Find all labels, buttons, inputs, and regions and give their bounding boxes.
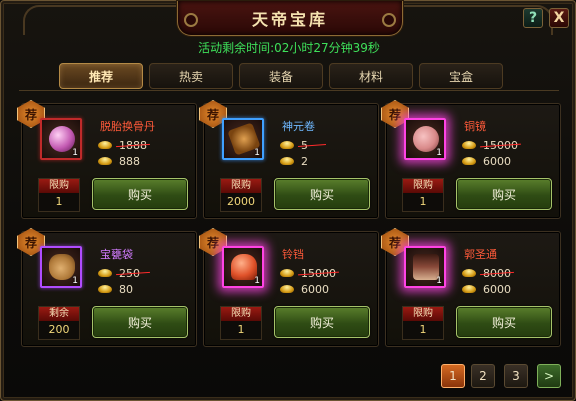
help-button[interactable]: ? (523, 8, 543, 28)
close-button[interactable]: X (549, 8, 569, 28)
purchase-limit: 限购 1 (38, 178, 80, 212)
limit-value: 1 (419, 195, 427, 208)
original-price: 8000 (462, 266, 514, 280)
item-card: 荐 1 铜镜 15000 6000 限购 1 购买 (381, 100, 561, 219)
item-slot[interactable]: 1 (404, 246, 446, 288)
original-price: 15000 (280, 266, 339, 280)
sale-price: 6000 (462, 154, 511, 168)
item-card: 荐 1 郭圣通 8000 6000 限购 1 购买 (381, 228, 561, 347)
item-count: 1 (254, 148, 260, 158)
item-name: 脱胎换骨丹 (100, 120, 155, 133)
gold-ingot-icon (98, 269, 112, 277)
sale-price: 80 (98, 282, 133, 296)
gold-ingot-icon (98, 285, 112, 293)
buy-button[interactable]: 购买 (92, 178, 188, 210)
item-name: 神元卷 (282, 120, 315, 133)
item-name: 宝甕袋 (100, 248, 133, 261)
sale-price: 888 (98, 154, 140, 168)
tabs-divider (19, 90, 559, 91)
purchase-limit: 限购 1 (220, 306, 262, 340)
tab-equipment[interactable]: 装备 (239, 63, 323, 89)
item-card: 荐 1 脱胎换骨丹 1888 888 限购 1 购买 (17, 100, 197, 219)
item-card: 荐 1 宝甕袋 250 80 剩余 200 购买 (17, 228, 197, 347)
limit-label: 限购 (221, 179, 261, 193)
limit-label: 剩余 (39, 307, 79, 321)
buy-button[interactable]: 购买 (456, 306, 552, 338)
item-card: 荐 1 铃铛 15000 6000 限购 1 购买 (199, 228, 379, 347)
sale-price: 2 (280, 154, 308, 168)
next-page-button[interactable]: > (537, 364, 561, 388)
limit-value: 1 (55, 195, 63, 208)
purchase-limit: 限购 2000 (220, 178, 262, 212)
page-button-1[interactable]: 1 (441, 364, 465, 388)
gold-ingot-icon (98, 157, 112, 165)
limit-value: 1 (419, 323, 427, 336)
gold-ingot-icon (462, 269, 476, 277)
tab-recommended[interactable]: 推荐 (59, 63, 143, 89)
item-count: 1 (254, 276, 260, 286)
limit-label: 限购 (403, 307, 443, 321)
item-slot[interactable]: 1 (222, 246, 264, 288)
gold-ingot-icon (280, 141, 294, 149)
buy-button[interactable]: 购买 (274, 306, 370, 338)
tab-hot[interactable]: 热卖 (149, 63, 233, 89)
gold-ingot-icon (280, 285, 294, 293)
item-name: 铜镜 (464, 120, 486, 133)
tab-treasure-box[interactable]: 宝盒 (419, 63, 503, 89)
buy-button[interactable]: 购买 (456, 178, 552, 210)
buy-button[interactable]: 购买 (92, 306, 188, 338)
gold-ingot-icon (280, 269, 294, 277)
sale-price: 6000 (280, 282, 329, 296)
item-count: 1 (72, 148, 78, 158)
item-count: 1 (436, 276, 442, 286)
item-card: 荐 1 神元卷 5 2 限购 2000 购买 (199, 100, 379, 219)
item-slot[interactable]: 1 (40, 246, 82, 288)
gold-ingot-icon (462, 285, 476, 293)
item-name: 铃铛 (282, 248, 304, 261)
original-price: 250 (98, 266, 150, 280)
limit-label: 限购 (403, 179, 443, 193)
tab-materials[interactable]: 材料 (329, 63, 413, 89)
original-price: 15000 (462, 138, 521, 152)
limit-value: 200 (48, 323, 70, 336)
limit-value: 1 (237, 323, 245, 336)
item-count: 1 (72, 276, 78, 286)
item-slot[interactable]: 1 (222, 118, 264, 160)
purchase-limit: 剩余 200 (38, 306, 80, 340)
frame-ornament-left (23, 5, 185, 35)
window-title: 天帝宝库 (177, 1, 403, 36)
sale-price: 6000 (462, 282, 511, 296)
item-slot[interactable]: 1 (40, 118, 82, 160)
item-count: 1 (436, 148, 442, 158)
limit-label: 限购 (221, 307, 261, 321)
limit-value: 2000 (227, 195, 255, 208)
page-button-3[interactable]: 3 (504, 364, 528, 388)
purchase-limit: 限购 1 (402, 306, 444, 340)
page-button-2[interactable]: 2 (471, 364, 495, 388)
gold-ingot-icon (462, 141, 476, 149)
item-slot[interactable]: 1 (404, 118, 446, 160)
gold-ingot-icon (98, 141, 112, 149)
item-name: 郭圣通 (464, 248, 497, 261)
limit-label: 限购 (39, 179, 79, 193)
treasury-window: 天帝宝库 ? X 活动剩余时间:02小时27分钟39秒 推荐 热卖 装备 材料 … (0, 0, 576, 401)
original-price: 5 (280, 138, 327, 152)
gold-ingot-icon (462, 157, 476, 165)
gold-ingot-icon (280, 157, 294, 165)
event-timer: 活动剩余时间:02小时27分钟39秒 (198, 41, 380, 55)
buy-button[interactable]: 购买 (274, 178, 370, 210)
original-price: 1888 (98, 138, 150, 152)
purchase-limit: 限购 1 (402, 178, 444, 212)
